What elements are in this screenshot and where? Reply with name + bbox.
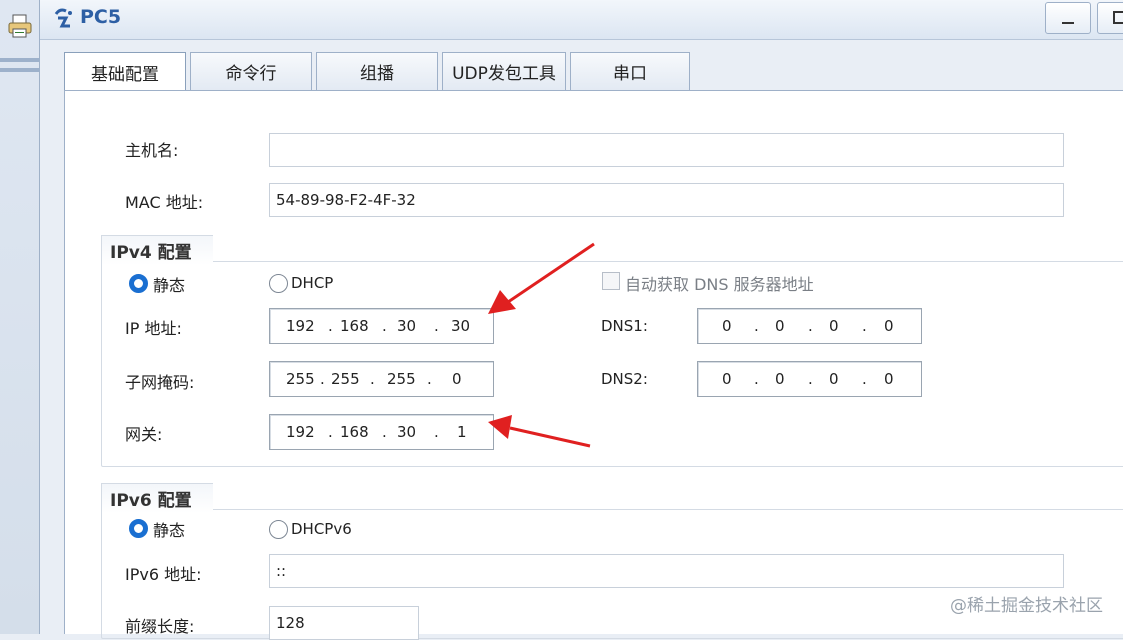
auto-dns-label: 自动获取 DNS 服务器地址	[625, 275, 814, 294]
gateway-octet: 192	[286, 423, 315, 441]
dot: .	[754, 317, 759, 335]
ipv6-address-input[interactable]: ::	[269, 554, 1064, 588]
watermark: @稀土掘金技术社区	[950, 596, 1103, 616]
dns1-octet: 0	[884, 317, 894, 335]
dot: .	[808, 317, 813, 335]
dot: .	[434, 317, 439, 335]
dot: .	[754, 370, 759, 388]
tab-multicast[interactable]: 组播	[316, 52, 438, 90]
mac-input[interactable]: 54-89-98-F2-4F-32	[269, 183, 1064, 217]
print-button[interactable]	[4, 12, 36, 40]
pc-app-icon	[54, 8, 72, 28]
ipv4-dhcp-label: DHCP	[291, 274, 334, 292]
ip-octet: 168	[340, 317, 369, 335]
dot: .	[328, 423, 333, 441]
title-bar: PC5	[40, 0, 1123, 40]
ipv4-group-title: IPv4 配置	[101, 235, 213, 265]
dot: .	[808, 370, 813, 388]
dns1-input[interactable]: 0 . 0 . 0 . 0	[697, 308, 922, 344]
ipv6-static-label: 静态	[153, 521, 186, 540]
gateway-octet: 168	[340, 423, 369, 441]
strip-separator	[0, 68, 40, 72]
dns1-label: DNS1:	[601, 317, 648, 335]
mask-octet: 255	[331, 370, 360, 388]
tab-serial[interactable]: 串口	[570, 52, 690, 90]
gateway-label: 网关:	[125, 425, 163, 444]
dot: .	[434, 423, 439, 441]
subnet-mask-label: 子网掩码:	[125, 373, 195, 392]
dns2-octet: 0	[884, 370, 894, 388]
dot: .	[382, 423, 387, 441]
ipv4-static-radio[interactable]	[129, 274, 148, 293]
prefix-length-input[interactable]: 128	[269, 606, 419, 640]
ipv4-static-label: 静态	[153, 276, 186, 295]
ipv6-address-label: IPv6 地址:	[125, 565, 202, 584]
printer-icon	[8, 14, 32, 38]
mask-octet: 255	[387, 370, 416, 388]
ipv4-group	[101, 261, 1123, 467]
dot: .	[382, 317, 387, 335]
dns2-octet: 0	[722, 370, 732, 388]
dns1-octet: 0	[722, 317, 732, 335]
dot: .	[862, 370, 867, 388]
dot: .	[427, 370, 432, 388]
ipv6-static-radio[interactable]	[129, 519, 148, 538]
ip-address-label: IP 地址:	[125, 319, 182, 338]
ipv6-dhcpv6-label: DHCPv6	[291, 520, 352, 538]
maximize-button[interactable]	[1097, 2, 1123, 34]
maximize-icon	[1113, 11, 1123, 24]
minimize-button[interactable]	[1045, 2, 1091, 34]
tab-basic-config[interactable]: 基础配置	[64, 52, 186, 92]
ipv6-group-title: IPv6 配置	[101, 483, 213, 513]
mask-octet: 0	[452, 370, 462, 388]
config-window: 基础配置 命令行 组播 UDP发包工具 串口 主机名: MAC 地址: 54-8…	[40, 40, 1123, 640]
basic-config-panel: 主机名: MAC 地址: 54-89-98-F2-4F-32 IPv4 配置 静…	[64, 90, 1123, 640]
dns2-octet: 0	[775, 370, 785, 388]
dot: .	[862, 317, 867, 335]
minimize-icon	[1062, 22, 1074, 24]
mac-label: MAC 地址:	[125, 193, 204, 212]
auto-dns-checkbox[interactable]	[602, 272, 620, 290]
dns2-label: DNS2:	[601, 370, 648, 388]
gateway-octet: 1	[457, 423, 467, 441]
left-toolbar-strip	[0, 0, 40, 634]
ip-octet: 192	[286, 317, 315, 335]
ipv6-dhcpv6-radio[interactable]	[269, 520, 288, 539]
strip-separator	[0, 58, 40, 62]
hostname-label: 主机名:	[125, 141, 179, 160]
dot: .	[328, 317, 333, 335]
gateway-octet: 30	[397, 423, 417, 441]
dns2-octet: 0	[829, 370, 839, 388]
tab-command-line[interactable]: 命令行	[190, 52, 312, 90]
dns1-octet: 0	[829, 317, 839, 335]
dot: .	[320, 370, 325, 388]
prefix-length-label: 前缀长度:	[125, 617, 195, 636]
ip-octet: 30	[397, 317, 417, 335]
dns1-octet: 0	[775, 317, 785, 335]
ipv4-dhcp-radio[interactable]	[269, 274, 288, 293]
dot: .	[370, 370, 375, 388]
subnet-mask-input[interactable]: 255 . 255 . 255 . 0	[269, 361, 494, 397]
hostname-input[interactable]	[269, 133, 1064, 167]
dns2-input[interactable]: 0 . 0 . 0 . 0	[697, 361, 922, 397]
ip-octet: 30	[451, 317, 471, 335]
tab-udp-tool[interactable]: UDP发包工具	[442, 52, 566, 90]
gateway-input[interactable]: 192 . 168 . 30 . 1	[269, 414, 494, 450]
mask-octet: 255	[286, 370, 315, 388]
ip-address-input[interactable]: 192 . 168 . 30 . 30	[269, 308, 494, 344]
window-title: PC5	[80, 6, 122, 28]
